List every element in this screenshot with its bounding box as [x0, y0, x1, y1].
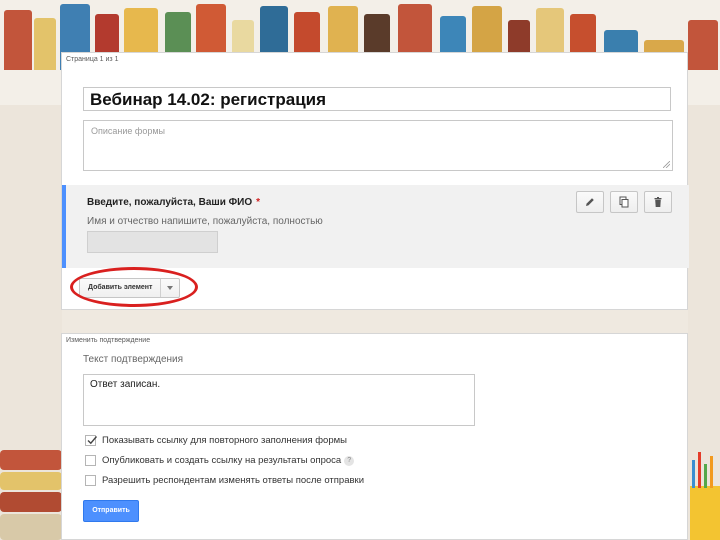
add-item-area: Добавить элемент	[70, 267, 198, 307]
confirmation-caption: Изменить подтверждение	[66, 337, 151, 344]
option-label: Опубликовать и создать ссылку на результ…	[102, 455, 342, 466]
form-description-placeholder: Описание формы	[91, 126, 165, 136]
edit-question-button[interactable]	[576, 191, 604, 213]
option-label: Показывать ссылку для повторного заполне…	[102, 435, 347, 446]
answer-text-field[interactable]	[87, 231, 218, 253]
option-allow-edit[interactable]: Разрешить респондентам изменять ответы п…	[85, 475, 364, 486]
form-editor-page: Страница 1 из 1 Вебинар 14.02: регистрац…	[61, 52, 689, 310]
form-description-field[interactable]: Описание формы	[83, 120, 673, 171]
question-toolbar	[576, 191, 672, 213]
checkbox-checked[interactable]	[85, 435, 98, 446]
checkmark-icon	[87, 436, 98, 445]
option-resubmit-link[interactable]: Показывать ссылку для повторного заполне…	[85, 435, 347, 446]
confirmation-page: Изменить подтверждение Текст подтвержден…	[61, 333, 688, 540]
pencil-icon	[586, 198, 594, 206]
option-label: Разрешить респондентам изменять ответы п…	[102, 475, 365, 486]
question-title: Введите, пожалуйста, Ваши ФИО *	[87, 197, 260, 208]
confirmation-message-field[interactable]: Ответ записан.	[83, 374, 475, 426]
form-title-field[interactable]: Вебинар 14.02: регистрация	[83, 87, 671, 111]
copy-icon	[619, 196, 629, 208]
required-mark: *	[256, 197, 261, 208]
resize-handle-icon[interactable]	[663, 161, 670, 168]
question-help-text: Имя и отчество напишите, пожалуйста, пол…	[87, 216, 323, 227]
delete-question-button[interactable]	[644, 191, 672, 213]
duplicate-question-button[interactable]	[610, 191, 638, 213]
highlight-oval	[70, 267, 198, 307]
option-publish-results[interactable]: Опубликовать и создать ссылку на результ…	[85, 455, 355, 466]
question-title-text: Введите, пожалуйста, Ваши ФИО	[87, 197, 253, 208]
confirmation-heading: Текст подтверждения	[83, 354, 184, 365]
page-counter: Страница 1 из 1	[66, 56, 119, 63]
checkbox[interactable]	[85, 455, 96, 466]
help-icon[interactable]: ?	[344, 455, 355, 466]
checkbox[interactable]	[85, 475, 96, 486]
submit-button[interactable]: Отправить	[83, 500, 139, 522]
question-item[interactable]: Введите, пожалуйста, Ваши ФИО * Имя и отч…	[62, 185, 689, 268]
trash-icon	[654, 197, 662, 207]
